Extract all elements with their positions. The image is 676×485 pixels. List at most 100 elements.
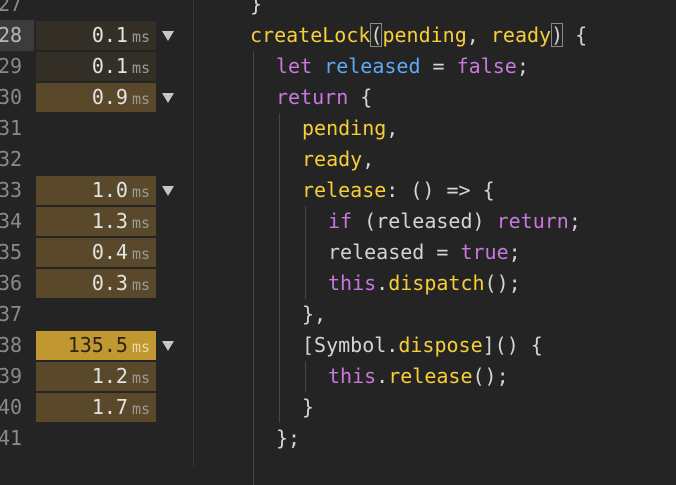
code-token: return [496,209,569,233]
line-number[interactable]: 32 [0,144,34,175]
timing-badge[interactable]: 0.3 ms [36,269,156,298]
timing-badge[interactable]: 135.5 ms [36,331,156,360]
code-token: } [250,0,263,16]
code-text[interactable]: this.dispatch(); [328,268,521,299]
code-text[interactable]: } [250,0,262,20]
code-token: ready [490,23,552,47]
code-token: createLock [250,23,371,47]
code-token: dispose [398,333,483,357]
code-token: (); [484,271,521,295]
line-number[interactable]: 34 [0,206,34,237]
code-token: released [324,54,421,78]
line-number[interactable]: 30 [0,82,34,113]
code-token: let [276,54,313,78]
timing-value: 1.2 [91,364,128,388]
triangle-down-icon[interactable] [162,93,174,103]
code-line[interactable]: 37}, [0,299,676,330]
code-token: } [302,395,315,419]
code-line[interactable]: 35 0.4 ms released = true; [0,237,676,268]
code-line[interactable]: 31 pending, [0,113,676,144]
line-number[interactable]: 28 [0,20,34,51]
code-line[interactable]: 33 1.0 ms release: () => { [0,175,676,206]
line-number[interactable]: 31 [0,113,34,144]
code-text[interactable]: }; [276,423,300,454]
code-token: this [328,364,377,388]
code-token: { [563,23,588,47]
timing-unit: ms [131,338,150,356]
code-line[interactable]: 38 135.5 ms [Symbol.dispose]() { [0,330,676,361]
timing-value: 135.5 [67,333,128,357]
triangle-down-icon[interactable] [162,341,174,351]
code-token: , [466,23,491,47]
code-token: ]() { [482,333,543,357]
code-editor[interactable]: 27} 28 0.1 ms createLock(pending, ready) {29… [0,0,676,485]
line-number[interactable]: 35 [0,237,34,268]
code-token: false [456,54,517,78]
timing-badge[interactable]: 1.0 ms [36,176,156,205]
code-token: [Symbol. [302,333,399,357]
code-line[interactable]: 36 0.3 ms this.dispatch(); [0,268,676,299]
code-line[interactable]: 30 0.9 ms return { [0,82,676,113]
code-line[interactable]: 41}; [0,423,676,454]
code-text[interactable]: return { [276,82,372,113]
line-number[interactable]: 33 [0,175,34,206]
timing-value: 1.3 [91,209,128,233]
code-text[interactable]: }, [302,299,326,330]
timing-unit: ms [131,90,150,108]
triangle-down-icon[interactable] [162,186,174,196]
code-line[interactable]: 40 1.7 ms} [0,392,676,423]
timing-value: 0.9 [91,85,128,109]
code-token: ; [508,240,521,264]
timing-badge[interactable]: 0.1 ms [36,21,156,50]
code-line[interactable]: 27} [0,0,676,20]
code-text[interactable]: release: () => { [302,175,495,206]
code-text[interactable]: this.release(); [328,361,509,392]
timing-badge[interactable]: 1.3 ms [36,207,156,236]
code-line[interactable]: 34 1.3 ms if (released) return; [0,206,676,237]
timing-unit: ms [131,59,150,77]
code-token: ; [516,54,529,78]
timing-badge[interactable]: 0.4 ms [36,238,156,267]
code-text[interactable]: let released = false; [276,51,529,82]
line-number[interactable]: 38 [0,330,34,361]
code-token: return [276,85,349,109]
timing-unit: ms [131,276,150,294]
line-number[interactable]: 29 [0,51,34,82]
code-token: . [376,271,389,295]
line-number[interactable]: 36 [0,268,34,299]
line-number[interactable]: 40 [0,392,34,423]
timing-badge[interactable]: 0.9 ms [36,83,156,112]
code-token: true [460,240,509,264]
timing-badge[interactable]: 1.7 ms [36,393,156,422]
timing-badge[interactable]: 0.1 ms [36,52,156,81]
timing-badge[interactable]: 1.2 ms [36,362,156,391]
code-text[interactable]: } [302,392,314,423]
code-line[interactable]: 28 0.1 ms createLock(pending, ready) { [0,20,676,51]
triangle-down-icon[interactable] [162,31,174,41]
code-token: ) [551,23,564,47]
code-line[interactable]: 39 1.2 ms this.release(); [0,361,676,392]
code-token: dispatch [388,271,485,295]
code-text[interactable]: [Symbol.dispose]() { [302,330,543,361]
code-line[interactable]: 29 0.1 ms let released = false; [0,51,676,82]
line-number[interactable]: 39 [0,361,34,392]
timing-value: 0.1 [91,23,128,47]
code-token: ready [302,147,363,171]
code-token: , [362,147,375,171]
timing-value: 0.3 [91,271,128,295]
line-number[interactable]: 27 [0,0,34,20]
code-token: . [376,364,389,388]
timing-unit: ms [131,400,150,418]
timing-value: 1.7 [91,395,128,419]
code-text[interactable]: released = true; [328,237,521,268]
code-text[interactable]: createLock(pending, ready) { [250,20,587,51]
code-text[interactable]: ready, [302,144,374,175]
line-number[interactable]: 37 [0,299,34,330]
code-text[interactable]: if (released) return; [328,206,581,237]
line-number[interactable]: 41 [0,423,34,454]
code-text[interactable]: pending, [302,113,398,144]
code-line[interactable]: 32 ready, [0,144,676,175]
code-token: pending [302,116,387,140]
code-token: this [328,271,377,295]
